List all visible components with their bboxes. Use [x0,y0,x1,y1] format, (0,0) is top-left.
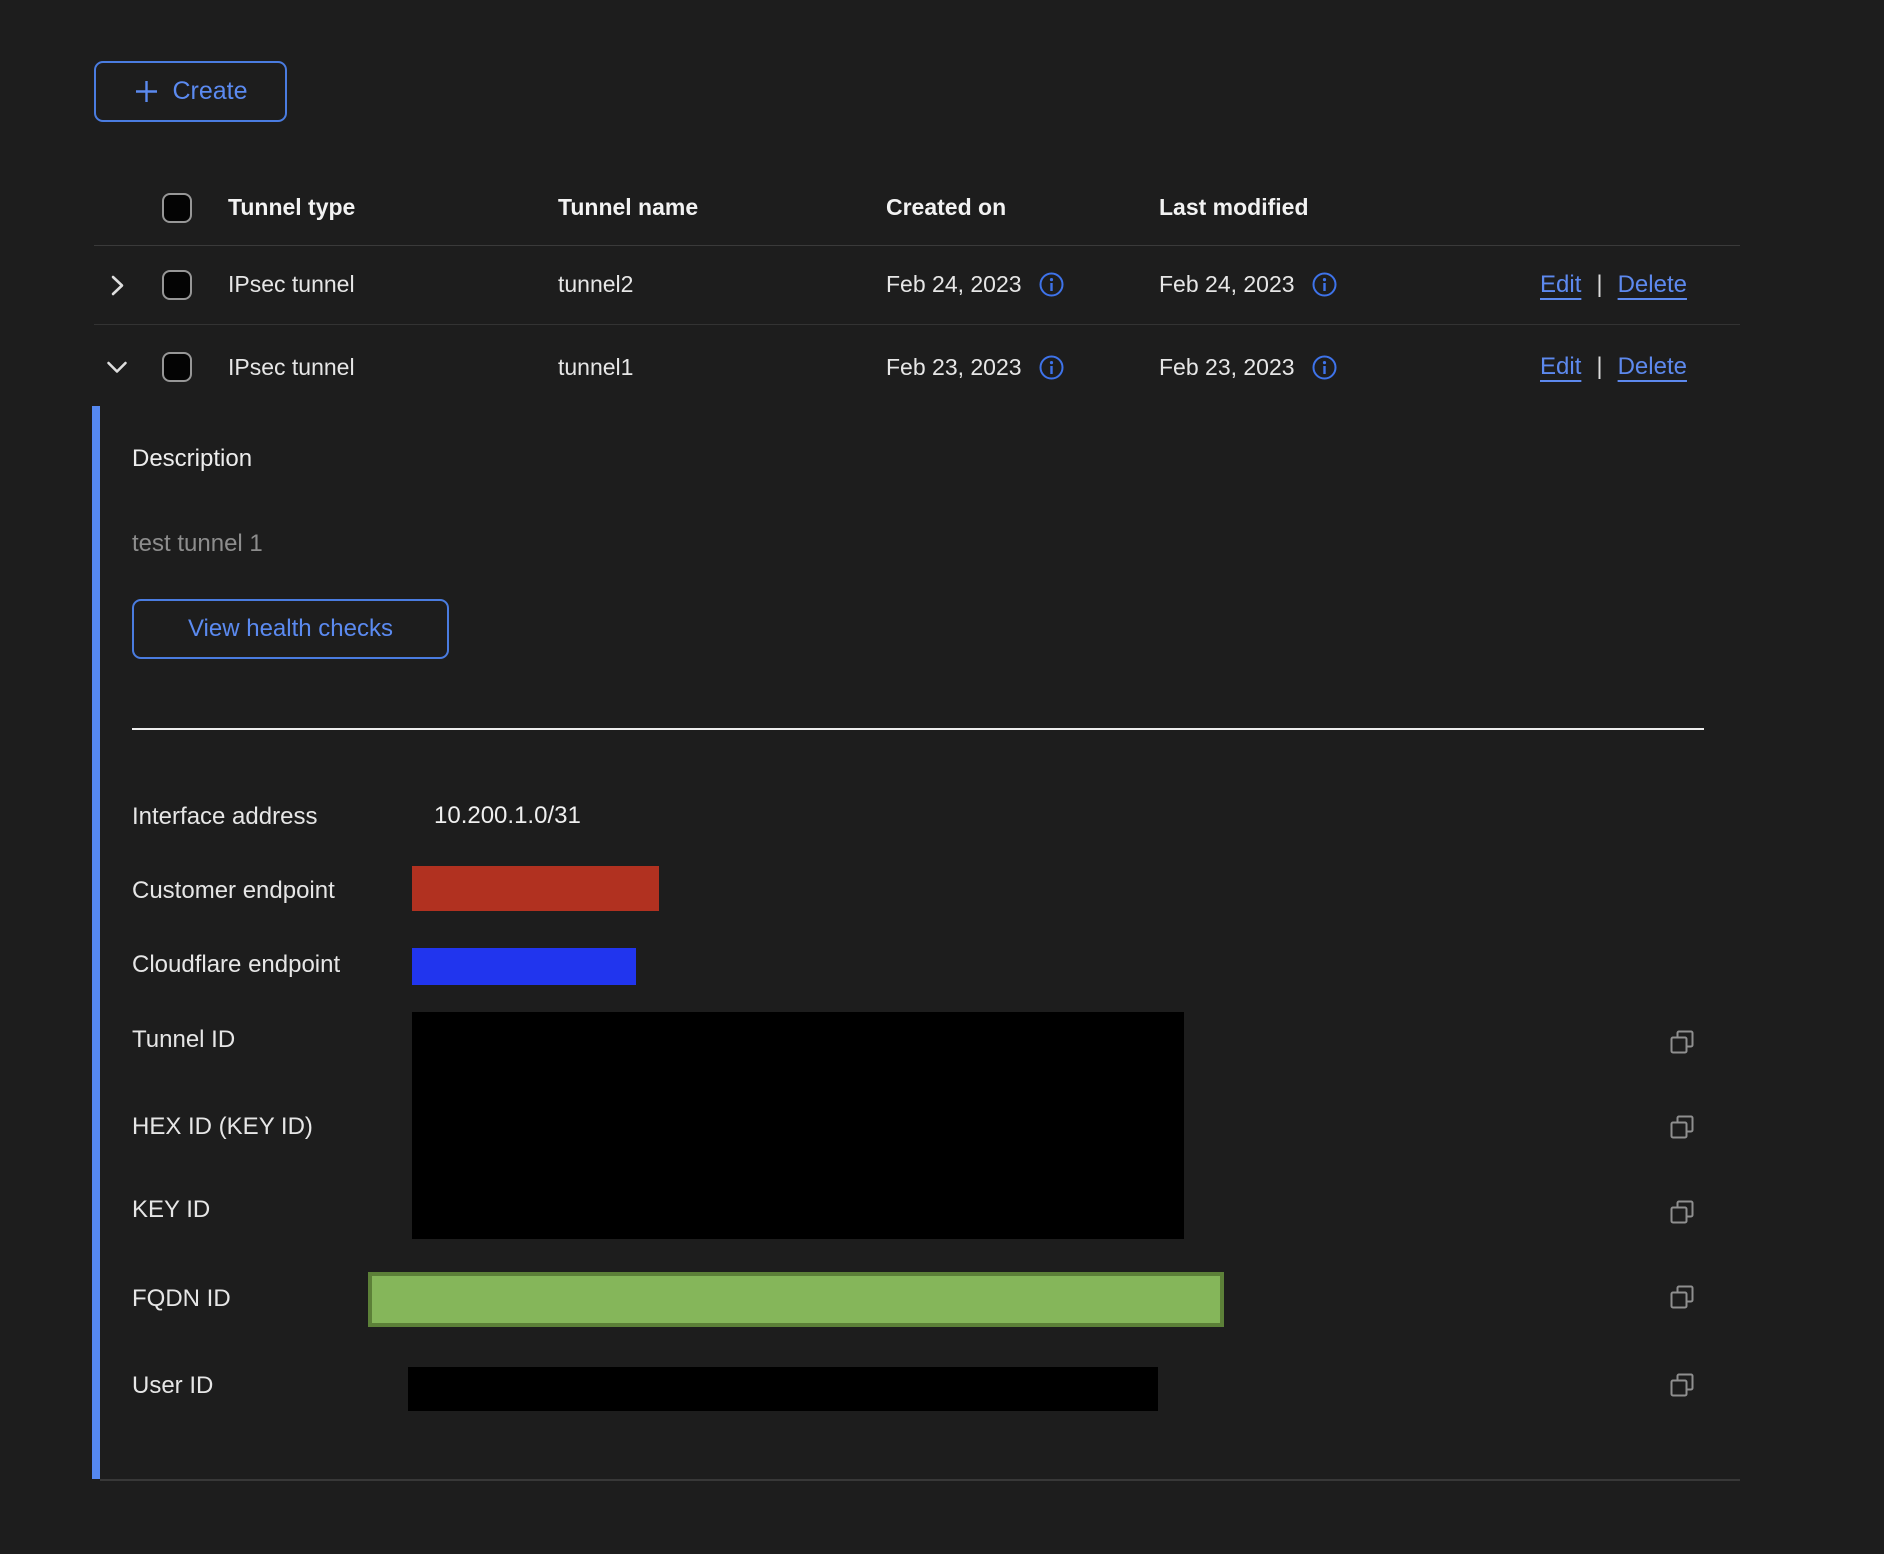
row-select-cell [162,245,192,324]
last-modified-cell: Feb 23, 2023 [1159,324,1338,410]
select-all-cell [162,170,192,245]
info-icon[interactable] [1311,271,1338,298]
info-icon[interactable] [1038,354,1065,381]
plus-icon [133,78,160,105]
row-select-cell [162,324,192,410]
create-button[interactable]: Create [94,61,287,122]
created-on-value: Feb 23, 2023 [886,354,1022,381]
info-icon[interactable] [1311,354,1338,381]
interface-address-label: Interface address [132,802,317,832]
tunnel-name-cell: tunnel1 [558,324,633,410]
row-checkbox[interactable] [162,270,192,300]
edit-link[interactable]: Edit [1540,271,1581,299]
copy-icon [1666,1111,1698,1143]
last-modified-value: Feb 24, 2023 [1159,271,1295,298]
fqdn-id-label: FQDN ID [132,1284,231,1314]
details-divider [132,728,1704,730]
expand-cell [100,324,134,410]
header-last-modified: Last modified [1159,170,1309,245]
fqdn-id-redacted-value [368,1272,1224,1327]
expand-cell [100,245,134,324]
table-header: Tunnel type Tunnel name Created on Last … [94,170,1740,245]
action-separator: | [1596,271,1602,299]
tunnel-name-cell: tunnel2 [558,245,633,324]
collapse-row-button[interactable] [100,350,134,384]
created-on-value: Feb 24, 2023 [886,271,1022,298]
copy-hex-id-button[interactable] [1666,1111,1698,1143]
copy-icon [1666,1026,1698,1058]
last-modified-cell: Feb 24, 2023 [1159,245,1338,324]
delete-link[interactable]: Delete [1618,353,1687,381]
tunnel-list-page: Create Tunnel type Tunnel name Created o… [0,0,1884,1554]
cloudflare-endpoint-label: Cloudflare endpoint [132,950,340,980]
last-modified-value: Feb 23, 2023 [1159,354,1295,381]
row-actions: Edit | Delete [1540,324,1687,410]
cloudflare-endpoint-redacted-value [412,948,636,985]
copy-tunnel-id-button[interactable] [1666,1026,1698,1058]
description-label: Description [132,444,252,474]
copy-key-id-button[interactable] [1666,1196,1698,1228]
tunnel-id-redacted-value [412,1012,1184,1239]
view-health-checks-button[interactable]: View health checks [132,599,449,659]
row-actions: Edit | Delete [1540,245,1687,324]
row-checkbox[interactable] [162,352,192,382]
chevron-down-icon [102,352,132,382]
customer-endpoint-redacted-value [412,866,659,911]
hex-id-label: HEX ID (KEY ID) [132,1112,313,1142]
copy-icon [1666,1196,1698,1228]
customer-endpoint-label: Customer endpoint [132,876,335,906]
user-id-label: User ID [132,1371,213,1401]
copy-icon [1666,1369,1698,1401]
copy-user-id-button[interactable] [1666,1369,1698,1401]
user-id-redacted-value [408,1367,1158,1411]
created-on-cell: Feb 23, 2023 [886,324,1065,410]
header-tunnel-type: Tunnel type [228,170,355,245]
table-row-tunnel2: IPsec tunnel tunnel2 Feb 24, 2023 Feb 24… [94,245,1740,324]
info-icon[interactable] [1038,271,1065,298]
action-separator: | [1596,353,1602,381]
tunnel-id-label: Tunnel ID [132,1025,235,1055]
panel-bottom-divider [100,1479,1740,1481]
header-tunnel-name: Tunnel name [558,170,698,245]
edit-link[interactable]: Edit [1540,353,1581,381]
tunnel-type-cell: IPsec tunnel [228,245,355,324]
copy-icon [1666,1281,1698,1313]
view-health-checks-label: View health checks [188,615,393,643]
expanded-row-indicator [92,406,100,1479]
table-row-tunnel1: IPsec tunnel tunnel1 Feb 23, 2023 Feb 23… [94,324,1740,410]
select-all-checkbox[interactable] [162,193,192,223]
create-button-label: Create [172,77,247,106]
tunnel-type-cell: IPsec tunnel [228,324,355,410]
expand-row-button[interactable] [100,268,134,302]
description-value: test tunnel 1 [132,529,263,559]
delete-link[interactable]: Delete [1618,271,1687,299]
copy-fqdn-id-button[interactable] [1666,1281,1698,1313]
interface-address-value: 10.200.1.0/31 [434,802,581,830]
created-on-cell: Feb 24, 2023 [886,245,1065,324]
chevron-right-icon [102,270,132,300]
key-id-label: KEY ID [132,1195,210,1225]
header-created-on: Created on [886,170,1006,245]
